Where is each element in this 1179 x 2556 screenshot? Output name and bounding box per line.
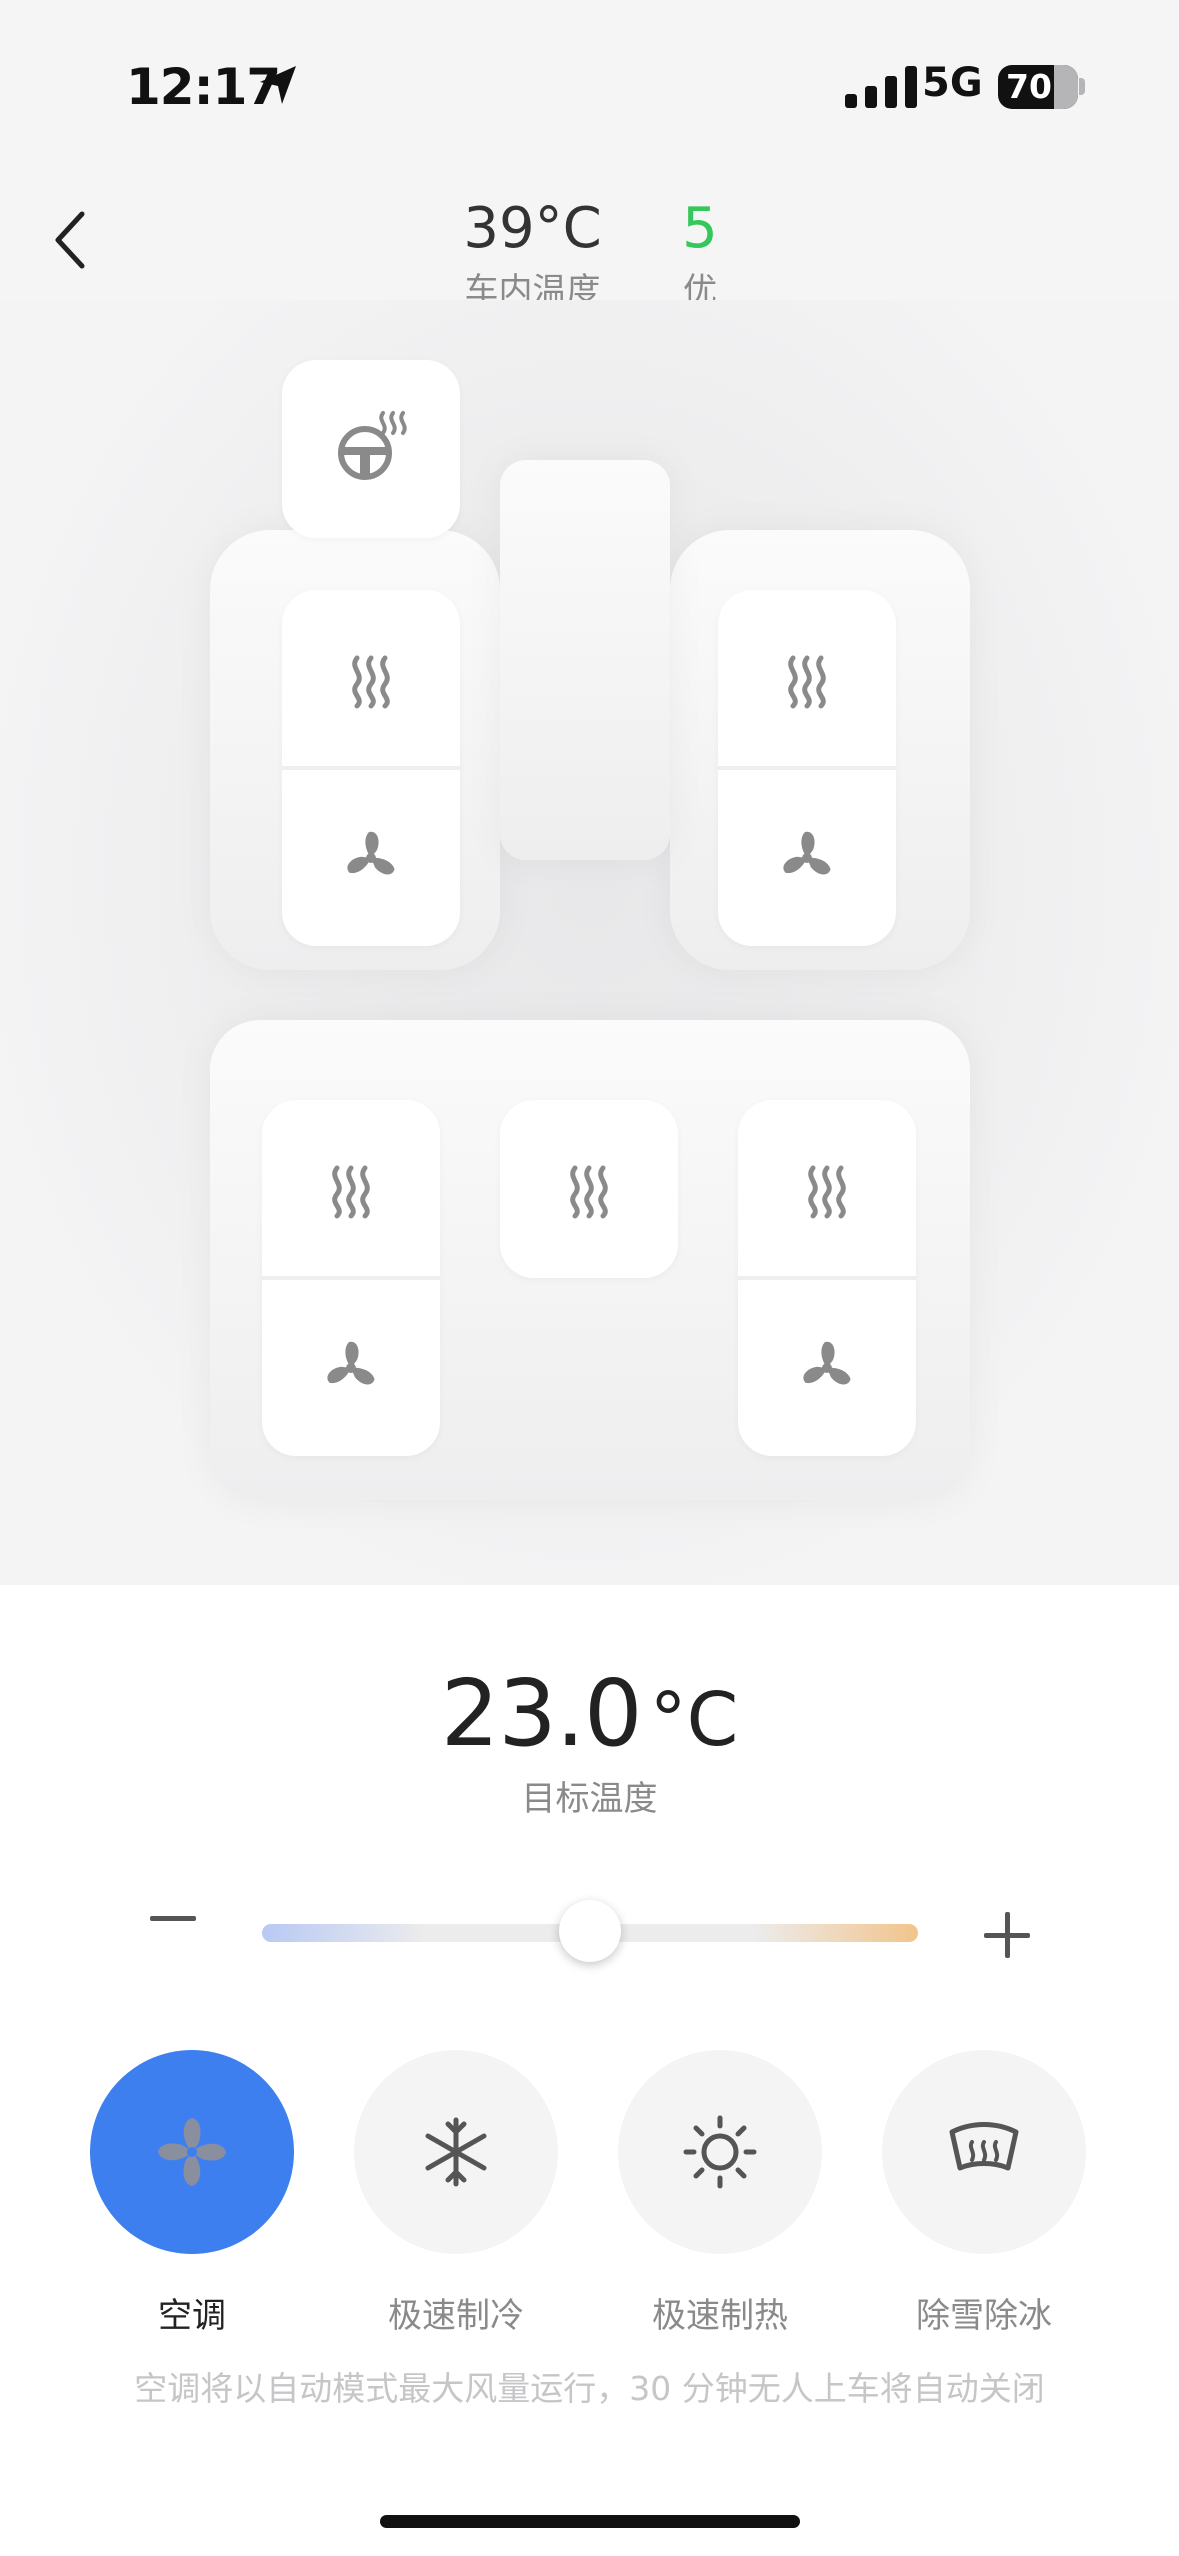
defrost-icon (949, 2122, 1019, 2171)
front-left-seat-controls (282, 590, 460, 946)
mode-rapid-cooling[interactable]: 极速制冷 (354, 2050, 558, 2337)
fan-icon (158, 2118, 226, 2186)
cellular-signal-icon (845, 66, 917, 108)
steering-wheel-heat-button[interactable] (282, 360, 460, 538)
target-temp-label: 目标温度 (521, 1779, 658, 1819)
center-console-shape (500, 460, 670, 860)
seat-divider (718, 766, 896, 770)
rear-right-seat-controls (738, 1100, 916, 1456)
cabin-illustration (0, 300, 1179, 1585)
decrease-temp-button[interactable] (150, 1916, 196, 1921)
network-type: 5G (922, 60, 983, 106)
mode-air-conditioning[interactable]: 空调 (90, 2050, 294, 2337)
status-bar: 12:17 5G 70 (0, 0, 1179, 150)
steering-wheel-heat-icon (338, 411, 407, 480)
target-temp-value: 23.0 (440, 1660, 643, 1767)
battery-tip (1079, 78, 1085, 95)
location-arrow-icon (260, 66, 296, 104)
back-chevron-icon[interactable] (40, 200, 100, 280)
seat-heat-icon[interactable] (795, 1158, 859, 1222)
seat-fan-icon[interactable] (795, 1336, 859, 1400)
target-temperature: 23.0 °C 目标温度 (0, 1660, 1179, 1820)
seat-heat-icon[interactable] (557, 1158, 621, 1222)
seat-divider (282, 766, 460, 770)
mode-defrost[interactable]: 除雪除冰 (882, 2050, 1086, 2337)
mode-ac-label: 空调 (158, 2296, 226, 2336)
battery-level: 70 (1006, 67, 1052, 106)
sun-icon (683, 2115, 757, 2189)
aqi-value: 5 (682, 196, 718, 261)
seat-fan-icon[interactable] (339, 826, 403, 890)
seat-heat-icon[interactable] (319, 1158, 383, 1222)
temperature-slider-thumb[interactable] (559, 1900, 621, 1962)
mode-hint-text: 空调将以自动模式最大风量运行，30 分钟无人上车将自动关闭 (134, 2369, 1045, 2408)
mode-heat-label: 极速制热 (652, 2296, 788, 2336)
seat-heat-icon[interactable] (339, 648, 403, 712)
mode-heat-circle[interactable] (618, 2050, 822, 2254)
seat-fan-icon[interactable] (319, 1336, 383, 1400)
mode-rapid-heating[interactable]: 极速制热 (618, 2050, 822, 2337)
mode-defrost-label: 除雪除冰 (916, 2296, 1052, 2336)
air-quality: 5 优 (660, 196, 740, 312)
cabin-temperature: 39°C 车内温度 (445, 196, 620, 312)
seat-divider (262, 1276, 440, 1280)
mode-defrost-circle[interactable] (882, 2050, 1086, 2254)
snowflake-icon (425, 2117, 487, 2187)
cabin-temp-value: 39°C (463, 196, 602, 261)
increase-temp-button[interactable] (984, 1912, 1030, 1958)
seat-heat-icon[interactable] (775, 648, 839, 712)
rear-left-seat-controls (262, 1100, 440, 1456)
mode-cool-label: 极速制冷 (388, 2296, 524, 2336)
battery-icon: 70 (998, 65, 1078, 109)
home-indicator[interactable] (380, 2515, 800, 2528)
seat-fan-icon[interactable] (775, 826, 839, 890)
front-right-seat-controls (718, 590, 896, 946)
rear-middle-seat-controls (500, 1100, 678, 1278)
target-temp-unit: °C (649, 1677, 739, 1763)
seat-divider (738, 1276, 916, 1280)
mode-ac-circle[interactable] (90, 2050, 294, 2254)
mode-cool-circle[interactable] (354, 2050, 558, 2254)
